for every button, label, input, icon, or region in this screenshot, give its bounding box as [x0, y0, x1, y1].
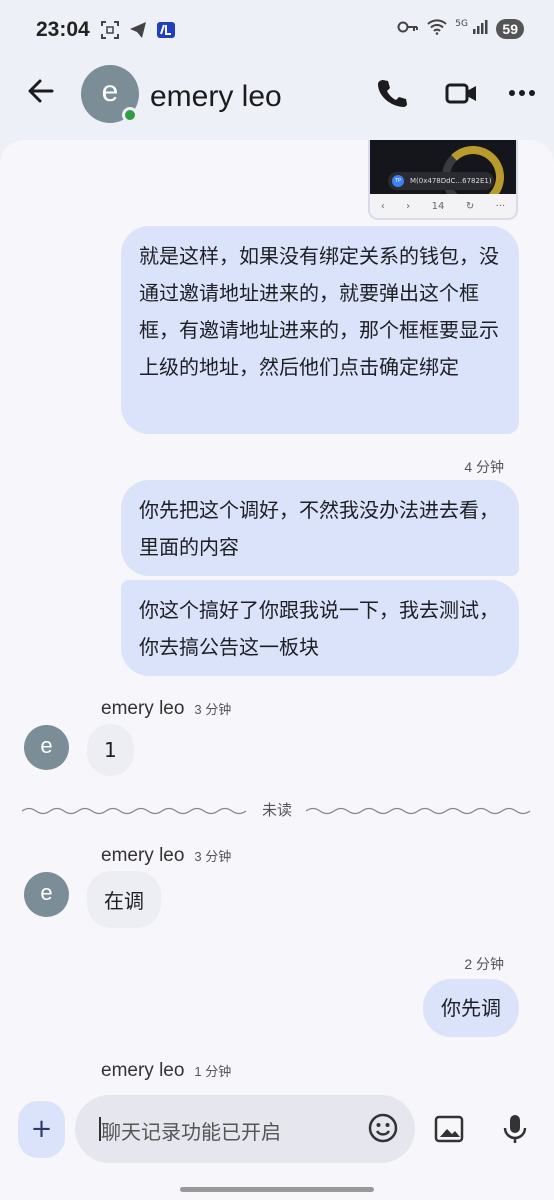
- nav-refresh: ↻: [465, 200, 475, 212]
- phone-call-button[interactable]: [374, 76, 408, 110]
- image-attachment[interactable]: TP M(0x478DdC...6782E1) 已连接 ‹ › 14 ↻ ···: [368, 140, 518, 220]
- emoji-icon: [368, 1113, 398, 1143]
- signal-5g-icon: 5G: [455, 19, 488, 39]
- outgoing-message[interactable]: 你这个搞好了你跟我说一下，我去测试，你去搞公告这一板块: [121, 580, 519, 676]
- nav-forward: ›: [406, 200, 411, 212]
- phone-icon: [378, 80, 407, 107]
- toast-text: M(0x478DdC...6782E1) 已连接: [410, 177, 494, 185]
- tp-badge: TP: [392, 175, 404, 187]
- input-placeholder: 聊天记录功能已开启: [101, 1120, 281, 1144]
- sender-name: emery leo: [101, 698, 185, 719]
- home-indicator[interactable]: [180, 1187, 374, 1192]
- nav-more: ···: [495, 200, 506, 212]
- sender-label: emery leo 3 分钟: [101, 698, 231, 720]
- message-timestamp: 4 分钟: [464, 459, 504, 475]
- sender-avatar[interactable]: e: [24, 872, 69, 917]
- app-icon: [156, 20, 176, 40]
- video-call-icon: [445, 83, 476, 104]
- voice-input-button[interactable]: [498, 1112, 532, 1146]
- wavy-line-right: [306, 807, 531, 815]
- message-input[interactable]: 聊天记录功能已开启: [75, 1095, 415, 1163]
- unread-divider: 未读: [22, 796, 532, 826]
- more-options-button[interactable]: [505, 76, 539, 110]
- image-icon: [434, 1115, 464, 1143]
- unread-label: 未读: [261, 801, 292, 819]
- composer-bar: + 聊天记录功能已开启: [0, 1095, 554, 1200]
- status-time: 23:04: [36, 18, 90, 41]
- wavy-line-left: [22, 807, 247, 815]
- telegram-icon: [128, 20, 148, 40]
- screenshot-icon: [100, 20, 120, 40]
- sender-time: 3 分钟: [194, 849, 232, 864]
- more-icon: [509, 90, 535, 96]
- message-list[interactable]: TP M(0x478DdC...6782E1) 已连接 ‹ › 14 ↻ ···…: [0, 140, 554, 1100]
- conversation-header: e emery leo: [0, 62, 554, 136]
- wifi-icon: [427, 19, 447, 39]
- attach-button[interactable]: +: [18, 1101, 65, 1158]
- image-preview: TP M(0x478DdC...6782E1) 已连接: [370, 140, 516, 208]
- sender-avatar[interactable]: e: [24, 725, 69, 770]
- battery-indicator: 59: [496, 19, 524, 39]
- back-button[interactable]: [24, 74, 58, 108]
- outgoing-message[interactable]: 你先把这个调好，不然我没办法进去看，里面的内容: [121, 480, 519, 576]
- online-status-dot: [122, 107, 138, 123]
- arrow-back-icon: [28, 79, 54, 103]
- nav-tabs: 14: [431, 200, 445, 212]
- incoming-message[interactable]: 在调: [87, 871, 161, 928]
- sender-label: emery leo 3 分钟: [101, 845, 231, 867]
- outgoing-message[interactable]: 你先调: [423, 979, 519, 1037]
- microphone-icon: [503, 1115, 527, 1143]
- status-right-icons: 5G 59: [397, 19, 524, 39]
- vpn-key-icon: [397, 20, 419, 38]
- gallery-button[interactable]: [432, 1112, 466, 1146]
- sender-label: emery leo 1 分钟: [101, 1060, 231, 1082]
- sender-name: emery leo: [101, 845, 185, 866]
- nav-back: ‹: [380, 200, 385, 212]
- outgoing-message[interactable]: 就是这样，如果没有绑定关系的钱包，没通过邀请地址进来的，就要弹出这个框框，有邀请…: [121, 226, 519, 434]
- sender-name: emery leo: [101, 1060, 185, 1081]
- sender-time: 1 分钟: [194, 1064, 232, 1079]
- incoming-message[interactable]: 1: [87, 724, 134, 776]
- sender-time: 3 分钟: [194, 702, 232, 717]
- status-bar: 23:04 5G 59: [0, 0, 554, 62]
- emoji-button[interactable]: [367, 1112, 399, 1144]
- status-left-icons: [100, 20, 176, 40]
- contact-name[interactable]: emery leo: [150, 80, 282, 114]
- video-call-button[interactable]: [444, 76, 478, 110]
- connected-toast: TP M(0x478DdC...6782E1) 已连接: [388, 172, 494, 190]
- browser-nav-bar: ‹ › 14 ↻ ···: [370, 194, 516, 218]
- message-timestamp: 2 分钟: [464, 956, 504, 972]
